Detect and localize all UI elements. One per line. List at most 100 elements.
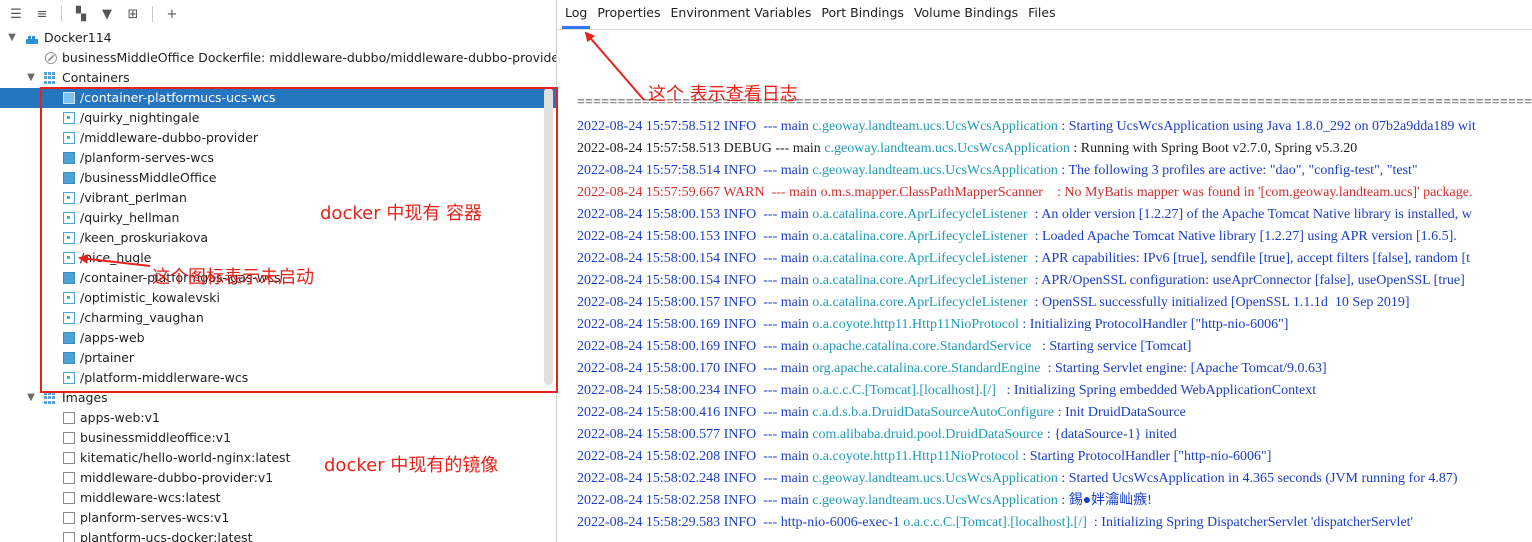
log-logger: c.geoway.landteam.ucs.UcsWcsApplication [812,493,1058,508]
log-logger: o.a.c.c.C.[Tomcat].[localhost].[/] [903,515,1087,530]
images-annotation: docker 中现有的镜像 [324,455,499,476]
log-line: 2022-08-24 15:58:00.577 INFO --- main co… [577,424,1532,446]
log-line: 2022-08-24 15:57:58.513 DEBUG --- main c… [577,138,1532,160]
log-logger: o.a.catalina.core.AprLifecycleListener [812,273,1028,288]
tree-node-containers[interactable]: ▼ Containers [0,68,556,88]
log-line: 2022-08-24 15:58:00.157 INFO --- main o.… [577,292,1532,314]
log-logger: c.a.d.s.b.a.DruidDataSourceAutoConfigure [812,405,1055,420]
log-timestamp: 2022-08-24 15:58:00.157 INFO --- main [577,295,813,310]
image-item[interactable]: middleware-wcs:latest [0,488,556,508]
log-logger: c.geoway.landteam.ucs.UcsWcsApplication [812,163,1058,178]
log-timestamp: 2022-08-24 15:57:59.667 WARN --- main [577,185,821,200]
tree-node-label: businessMiddleOffice Dockerfile: middlew… [62,50,557,65]
image-icon [63,512,75,524]
details-tabs: Log Properties Environment Variables Port B… [557,0,1532,30]
collapse-all-icon[interactable]: ≡ [30,3,54,25]
log-message: : Initializing ProtocolHandler ["http-ni… [1018,317,1289,332]
image-icon [63,412,75,424]
log-line: 2022-08-24 15:58:00.169 INFO --- main o.… [577,336,1532,358]
log-message: : APR/OpenSSL configuration: useAprConne… [1027,273,1465,288]
log-timestamp: 2022-08-24 15:58:02.258 INFO --- main [577,493,813,508]
tree-node-dockerfile[interactable]: businessMiddleOffice Dockerfile: middlew… [0,48,557,68]
log-message: : Starting service [Tomcat] [1031,339,1192,354]
log-logger: o.a.catalina.core.AprLifecycleListener [812,251,1028,266]
log-line: 2022-08-24 15:58:00.153 INFO --- main o.… [577,226,1532,248]
log-line: 2022-08-24 15:58:00.234 INFO --- main o.… [577,380,1532,402]
log-logger: o.a.coyote.http11.Http11NioProtocol [812,449,1019,464]
tab-environment-variables[interactable]: Environment Variables [666,0,817,29]
expand-all-icon[interactable]: ☰ [4,3,28,25]
tab-log[interactable]: Log [560,0,592,29]
log-message: : Initializing Spring DispatcherServlet … [1086,515,1414,530]
log-logger: com.alibaba.druid.pool.DruidDataSource [812,427,1044,442]
log-line: 2022-08-24 15:58:02.258 INFO --- main c.… [577,490,1532,512]
log-line: 2022-08-24 15:58:00.170 INFO --- main or… [577,358,1532,380]
log-message: : An older version [1.2.27] of the Apach… [1027,207,1472,222]
toolbar-separator [61,6,62,22]
image-item[interactable]: plantform-ucs-docker:latest [0,528,556,542]
log-logger: o.a.c.c.C.[Tomcat].[localhost].[/] [812,383,996,398]
log-line: 2022-08-24 15:58:00.169 INFO --- main o.… [577,314,1532,336]
image-item[interactable]: businessmiddleoffice:v1 [0,428,556,448]
image-label: planform-serves-wcs:v1 [80,510,230,525]
group-by-icon[interactable]: ▚ [69,3,93,25]
log-timestamp: 2022-08-24 15:58:02.248 INFO --- main [577,471,813,486]
log-tab-annotation: 这个 表示查看日志 [648,84,798,105]
log-output: ========================================… [577,94,1532,534]
log-timestamp: 2022-08-24 15:58:02.208 INFO --- main [577,449,813,464]
log-timestamp: 2022-08-24 15:57:58.514 INFO --- main [577,163,813,178]
image-item[interactable]: planform-serves-wcs:v1 [0,508,556,528]
log-line: 2022-08-24 15:57:59.667 WARN --- main o.… [577,182,1532,204]
log-message: : OpenSSL successfully initialized [Open… [1027,295,1410,310]
log-logger: o.a.coyote.http11.Http11NioProtocol [812,317,1019,332]
log-logger: o.m.s.mapper.ClassPathMapperScanner [820,185,1043,200]
image-label: middleware-wcs:latest [80,490,221,505]
tab-volume-bindings[interactable]: Volume Bindings [909,0,1023,29]
add-icon[interactable]: + [160,3,184,25]
log-timestamp: 2022-08-24 15:58:00.153 INFO --- main [577,207,813,222]
tree-node-docker114[interactable]: ▼ Docker114 [0,28,556,48]
image-icon [63,532,75,542]
tab-properties[interactable]: Properties [592,0,665,29]
log-logger: c.geoway.landteam.ucs.UcsWcsApplication [812,471,1058,486]
not-started-annotation: 这个图标表示未启动 [152,267,314,288]
chevron-down-icon[interactable]: ▼ [6,28,18,48]
tab-files[interactable]: Files [1023,0,1060,29]
log-message: : Loaded Apache Tomcat Native library [1… [1027,229,1457,244]
log-message: : Init DruidDataSource [1054,405,1186,420]
log-message: : Starting ProtocolHandler ["http-nio-60… [1018,449,1272,464]
chevron-down-icon[interactable]: ▼ [25,388,37,408]
image-icon [63,452,75,464]
docker-icon [25,32,39,44]
log-message: : The following 3 profiles are active: "… [1057,163,1418,178]
log-logger: o.apache.catalina.core.StandardService [812,339,1032,354]
image-item[interactable]: apps-web:v1 [0,408,556,428]
log-timestamp: 2022-08-24 15:58:29.583 INFO --- http-ni… [577,515,904,530]
tab-port-bindings[interactable]: Port Bindings [816,0,909,29]
log-message: : No MyBatis mapper was found in '[com.g… [1042,185,1473,200]
log-timestamp: 2022-08-24 15:58:00.154 INFO --- main [577,251,813,266]
log-timestamp: 2022-08-24 15:58:00.169 INFO --- main [577,339,813,354]
image-label: plantform-ucs-docker:latest [80,530,253,542]
containers-icon [44,72,56,84]
log-logger: c.geoway.landteam.ucs.UcsWcsApplication [824,141,1070,156]
log-line: 2022-08-24 15:57:58.514 INFO --- main c.… [577,160,1532,182]
log-line: 2022-08-24 15:58:00.153 INFO --- main o.… [577,204,1532,226]
image-label: businessmiddleoffice:v1 [80,430,232,445]
filter-icon[interactable]: ▼ [95,3,119,25]
image-label: middleware-dubbo-provider:v1 [80,470,274,485]
containers-annotation: docker 中现有 容器 [320,203,483,224]
log-timestamp: 2022-08-24 15:58:00.170 INFO --- main [577,361,813,376]
log-timestamp: 2022-08-24 15:58:00.234 INFO --- main [577,383,813,398]
toolbar-separator [152,6,153,22]
log-timestamp: 2022-08-24 15:58:00.153 INFO --- main [577,229,813,244]
log-timestamp: 2022-08-24 15:58:00.169 INFO --- main [577,317,813,332]
new-container-icon[interactable]: ⊞ [121,3,145,25]
log-logger: o.a.catalina.core.AprLifecycleListener [812,229,1028,244]
log-logger: c.geoway.landteam.ucs.UcsWcsApplication [812,119,1058,134]
log-message: : Initializing Spring embedded WebApplic… [995,383,1317,398]
chevron-down-icon[interactable]: ▼ [25,68,37,88]
log-line: 2022-08-24 15:58:29.583 INFO --- http-ni… [577,512,1532,534]
containers-highlight-box [40,87,558,393]
log-line: 2022-08-24 15:58:02.208 INFO --- main o.… [577,446,1532,468]
